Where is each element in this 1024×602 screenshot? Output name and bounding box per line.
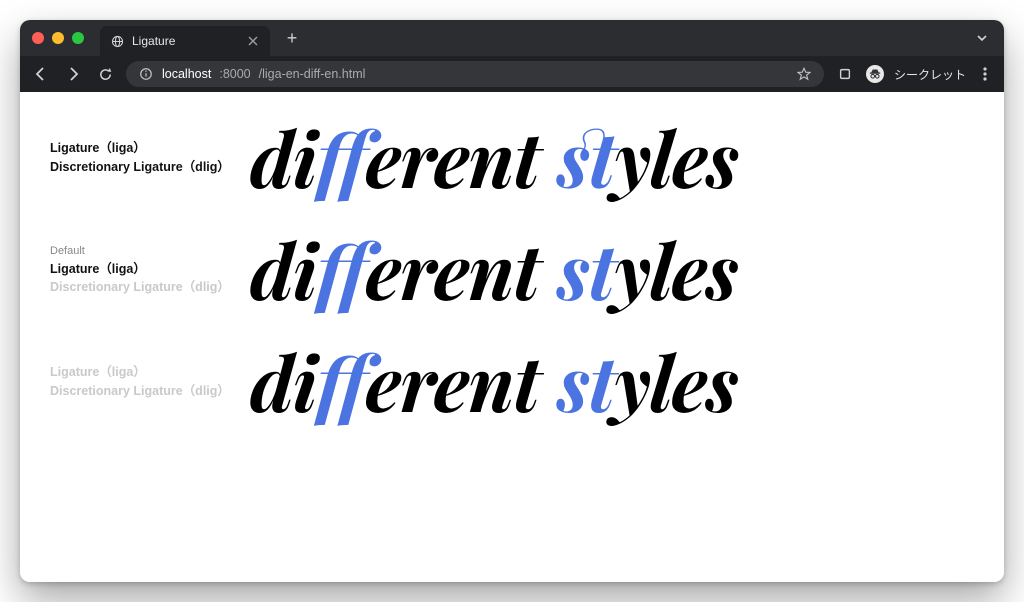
- row-labels: Ligature（liga） Discretionary Ligature（dl…: [50, 139, 240, 177]
- sample-highlight: ff: [316, 331, 365, 432]
- minimize-window-button[interactable]: [52, 32, 64, 44]
- maximize-window-button[interactable]: [72, 32, 84, 44]
- label-pretitle: Default: [50, 243, 240, 260]
- label-line-2: Discretionary Ligature（dlig）: [50, 382, 240, 401]
- tab-strip-right: [972, 28, 994, 48]
- incognito-label: シークレット: [894, 66, 966, 83]
- row-labels: Default Ligature（liga） Discretionary Lig…: [50, 243, 240, 297]
- tab-title: Ligature: [132, 34, 238, 48]
- chevron-down-icon[interactable]: [972, 28, 992, 48]
- label-line-1: Ligature（liga）: [50, 363, 240, 382]
- browser-tab[interactable]: Ligature: [100, 26, 270, 56]
- sample-part: erent: [366, 107, 558, 208]
- sample-part: di: [250, 107, 316, 208]
- sample-part: di: [250, 331, 316, 432]
- sample-part: erent: [366, 219, 558, 320]
- label-line-2: Discretionary Ligature（dlig）: [50, 158, 240, 177]
- reload-button[interactable]: [94, 63, 116, 85]
- sample-highlight: st: [558, 331, 615, 432]
- sample-part: di: [250, 219, 316, 320]
- label-line-1: Ligature（liga）: [50, 139, 240, 158]
- site-info-icon[interactable]: [138, 66, 154, 82]
- browser-menu-button[interactable]: [976, 65, 994, 83]
- browser-top-bar: Ligature +: [20, 20, 1004, 92]
- incognito-avatar-icon[interactable]: [866, 65, 884, 83]
- sample-part: yles: [614, 219, 737, 320]
- sample-row: Default Ligature（liga） Discretionary Lig…: [50, 232, 980, 308]
- toolbar-right: シークレット: [834, 63, 994, 85]
- label-line-1: Ligature（liga）: [50, 260, 240, 279]
- close-window-button[interactable]: [32, 32, 44, 44]
- new-tab-button[interactable]: +: [280, 26, 304, 50]
- forward-button[interactable]: [62, 63, 84, 85]
- address-bar[interactable]: localhost :8000/liga-en-diff-en.html: [126, 61, 824, 87]
- sample-text: different styles: [250, 232, 980, 308]
- sample-text: different styles: [250, 344, 980, 420]
- sample-highlight: ff: [316, 107, 365, 208]
- url-port: :8000: [219, 67, 250, 81]
- sample-row: Ligature（liga） Discretionary Ligature（dl…: [50, 120, 980, 196]
- globe-icon: [110, 34, 124, 48]
- extensions-icon[interactable]: [834, 63, 856, 85]
- bookmark-star-icon[interactable]: [796, 66, 812, 82]
- label-line-2: Discretionary Ligature（dlig）: [50, 278, 240, 297]
- browser-window: Ligature +: [20, 20, 1004, 582]
- sample-part: yles: [615, 107, 738, 208]
- window-traffic-lights: [32, 32, 84, 44]
- back-button[interactable]: [30, 63, 52, 85]
- tab-strip: Ligature +: [20, 20, 1004, 56]
- sample-part: yles: [614, 331, 737, 432]
- page-content: Ligature（liga） Discretionary Ligature（dl…: [20, 92, 1004, 582]
- sample-part: erent: [366, 331, 558, 432]
- sample-row: Ligature（liga） Discretionary Ligature（dl…: [50, 344, 980, 420]
- sample-text: different styles: [250, 120, 980, 196]
- row-labels: Ligature（liga） Discretionary Ligature（dl…: [50, 363, 240, 401]
- close-tab-button[interactable]: [246, 34, 260, 48]
- browser-toolbar: localhost :8000/liga-en-diff-en.html: [20, 56, 1004, 92]
- sample-highlight: st: [558, 107, 615, 208]
- sample-highlight: ff: [316, 219, 365, 320]
- sample-highlight: st: [558, 219, 615, 320]
- url-host: localhost: [162, 67, 211, 81]
- url-path: /liga-en-diff-en.html: [259, 67, 366, 81]
